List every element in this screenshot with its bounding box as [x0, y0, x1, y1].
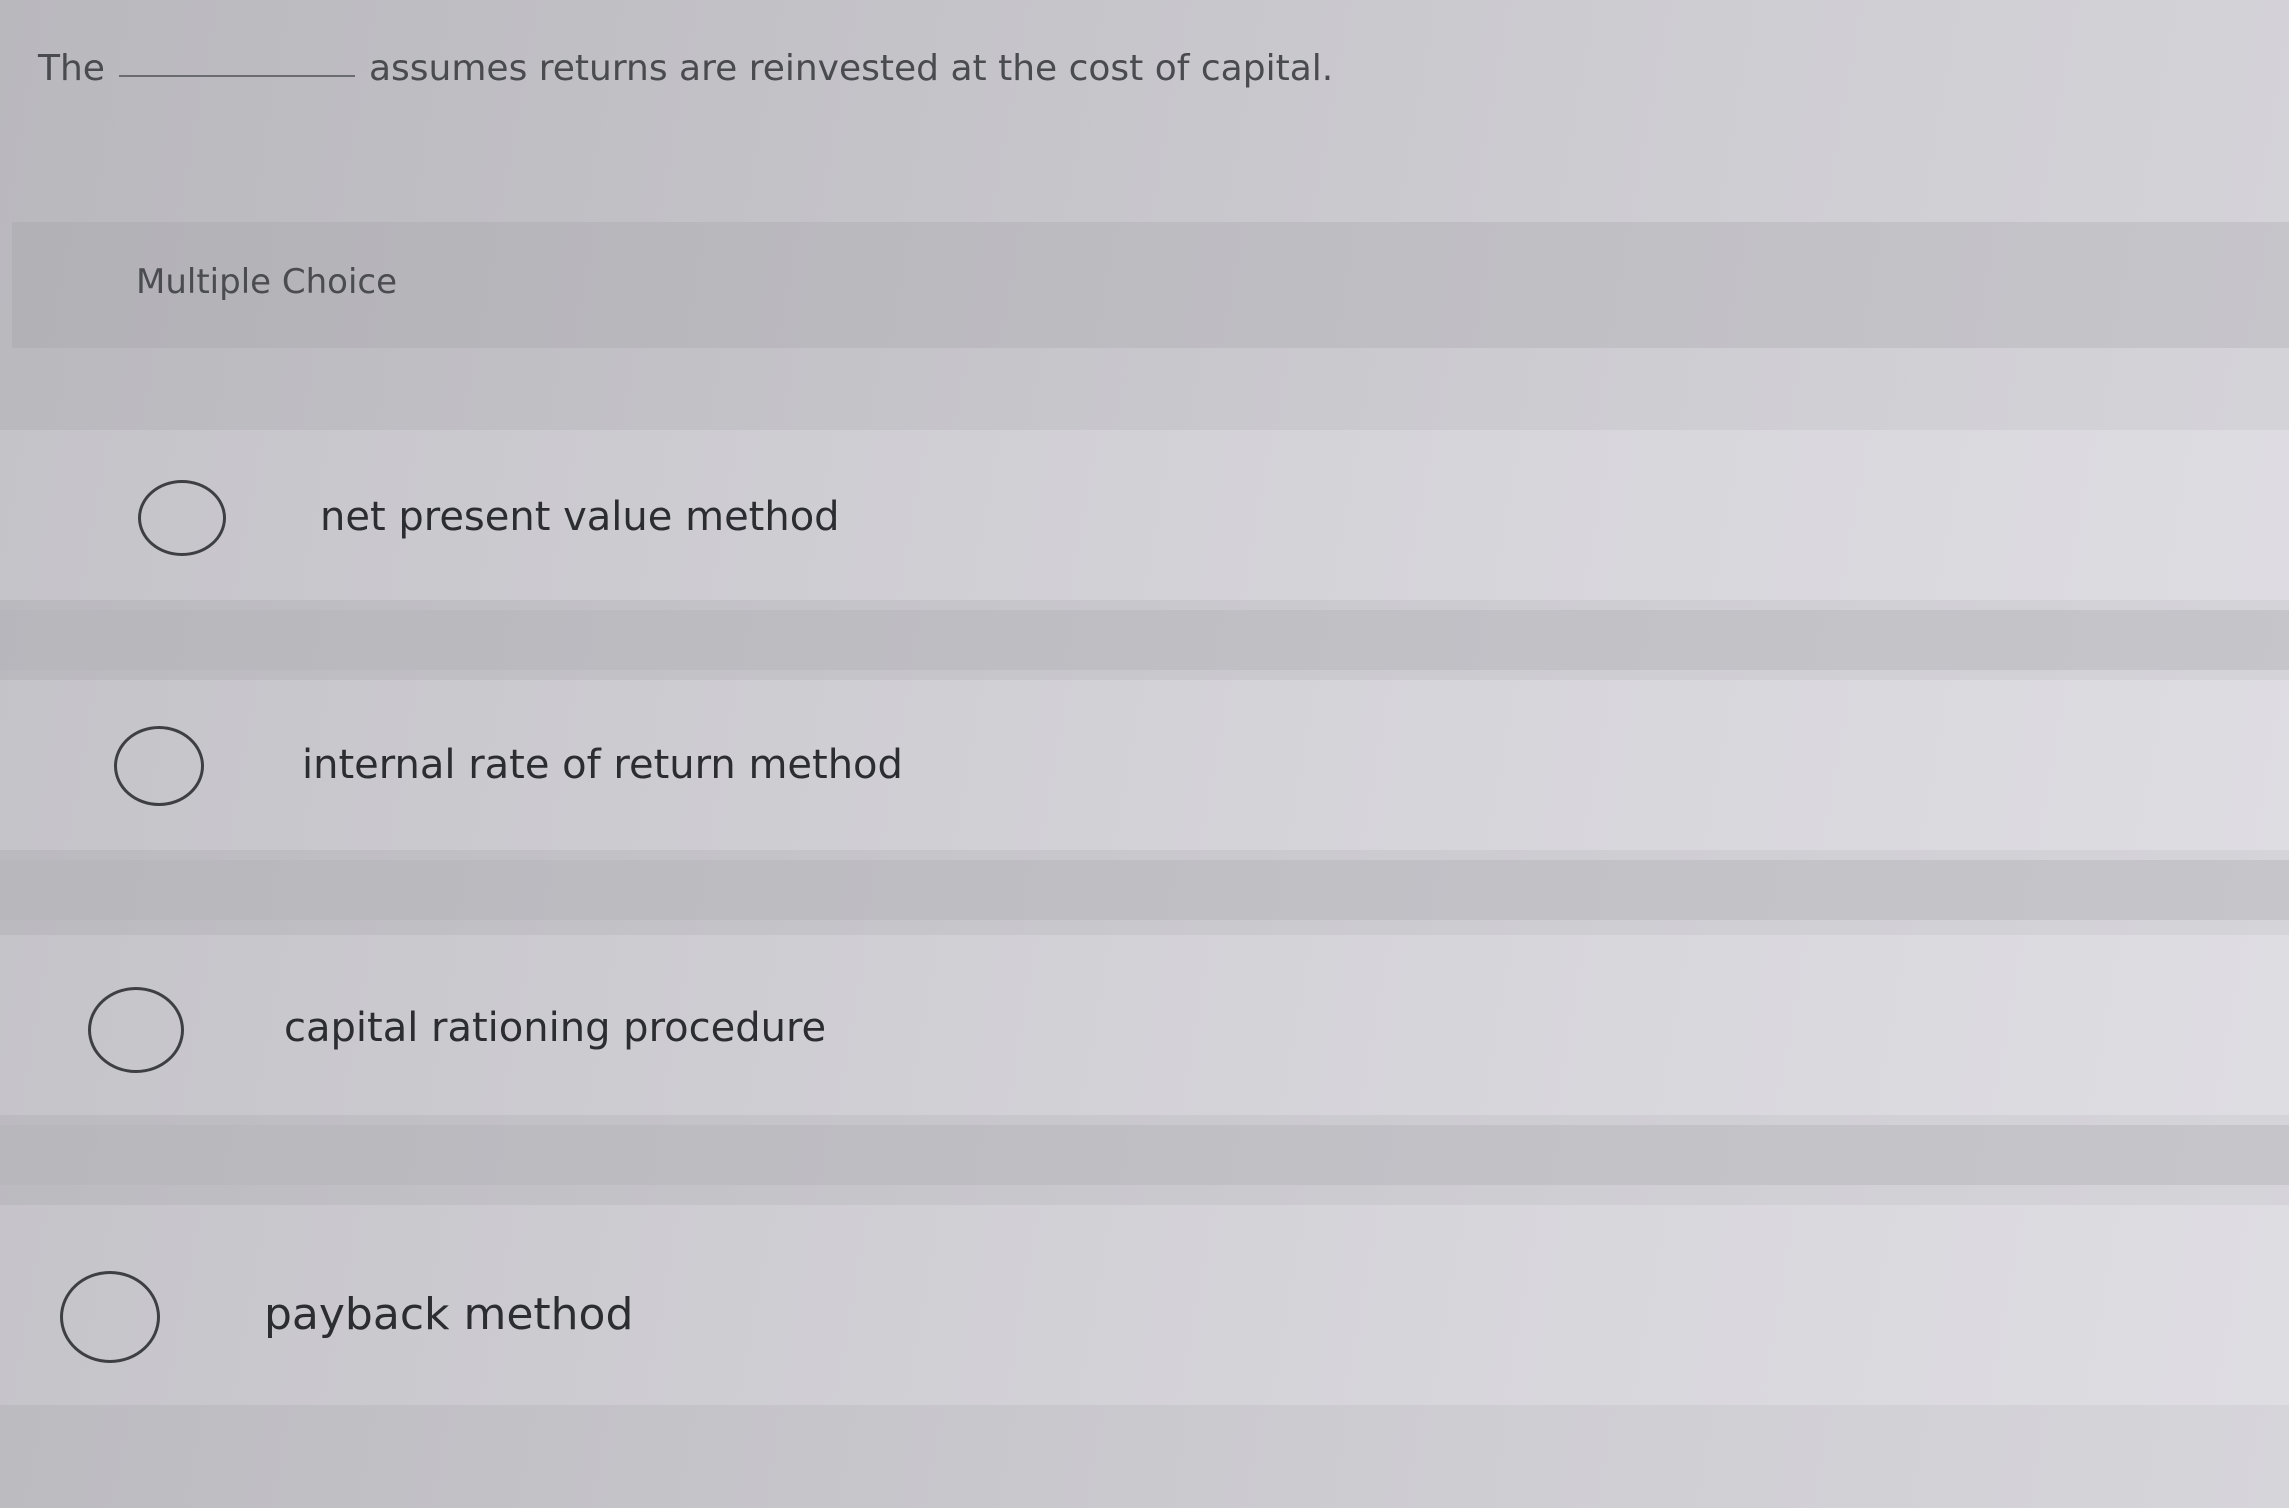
answer-blank [118, 75, 355, 77]
radio-button[interactable] [60, 1271, 160, 1363]
question-text: The assumes returns are reinvested at th… [38, 48, 1333, 89]
option-label: net present value method [320, 494, 840, 540]
choice-option-2[interactable]: internal rate of return method [0, 680, 2289, 850]
option-divider [0, 610, 2289, 670]
choice-option-4[interactable]: payback method [0, 1205, 2289, 1405]
radio-button[interactable] [138, 480, 226, 556]
section-label: Multiple Choice [136, 262, 398, 302]
question-suffix: assumes returns are reinvested at the co… [368, 48, 1334, 89]
option-label: internal rate of return method [302, 742, 903, 788]
question-prefix: The [38, 48, 105, 89]
radio-button[interactable] [88, 987, 184, 1073]
radio-button[interactable] [114, 726, 204, 806]
option-label: capital rationing procedure [284, 1005, 827, 1051]
option-divider [0, 860, 2289, 920]
choice-option-1[interactable]: net present value method [0, 430, 2289, 600]
option-divider [0, 1125, 2289, 1185]
choice-option-3[interactable]: capital rationing procedure [0, 935, 2289, 1115]
option-label: payback method [264, 1289, 634, 1340]
